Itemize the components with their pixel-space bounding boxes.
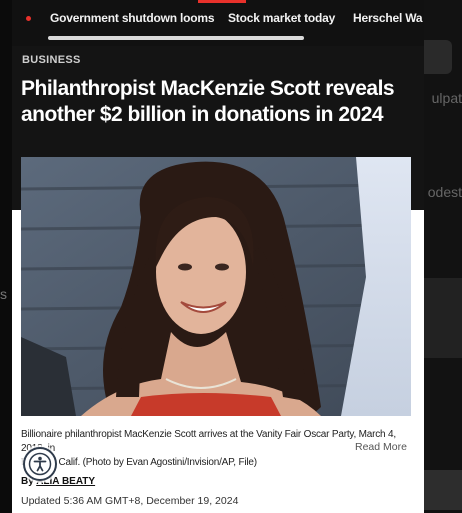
screen: ulpat odest s Government shutdown looms … [0,0,462,513]
accessibility-icon [28,452,52,476]
trending-link-1[interactable]: Government shutdown looms [50,11,215,25]
trending-link-2[interactable]: Stock market today [228,11,335,25]
background-text-1: ulpat [431,90,462,106]
background-panel-2 [422,470,462,510]
photo-caption-line-2: Be Hills, Calif. (Photo by Evan Agostini… [21,457,257,468]
article-category[interactable]: BUSINESS [22,54,81,66]
trending-scrollbar[interactable] [48,36,304,40]
read-more-link[interactable]: Read More [355,441,407,453]
trending-link-3[interactable]: Herschel Wa [353,11,423,25]
article-updated-timestamp: Updated 5:36 AM GMT+8, December 19, 2024 [21,495,239,507]
trending-accent-line [198,0,246,3]
accessibility-button[interactable] [23,447,57,481]
trending-dot-icon [26,16,31,21]
trending-bar: Government shutdown looms Stock market t… [12,0,424,46]
article-photo-illustration [21,157,411,416]
article-photo[interactable] [21,157,411,416]
background-text-2: odest [427,184,462,200]
article-headline: Philanthropist MacKenzie Scott reveals a… [21,77,395,126]
